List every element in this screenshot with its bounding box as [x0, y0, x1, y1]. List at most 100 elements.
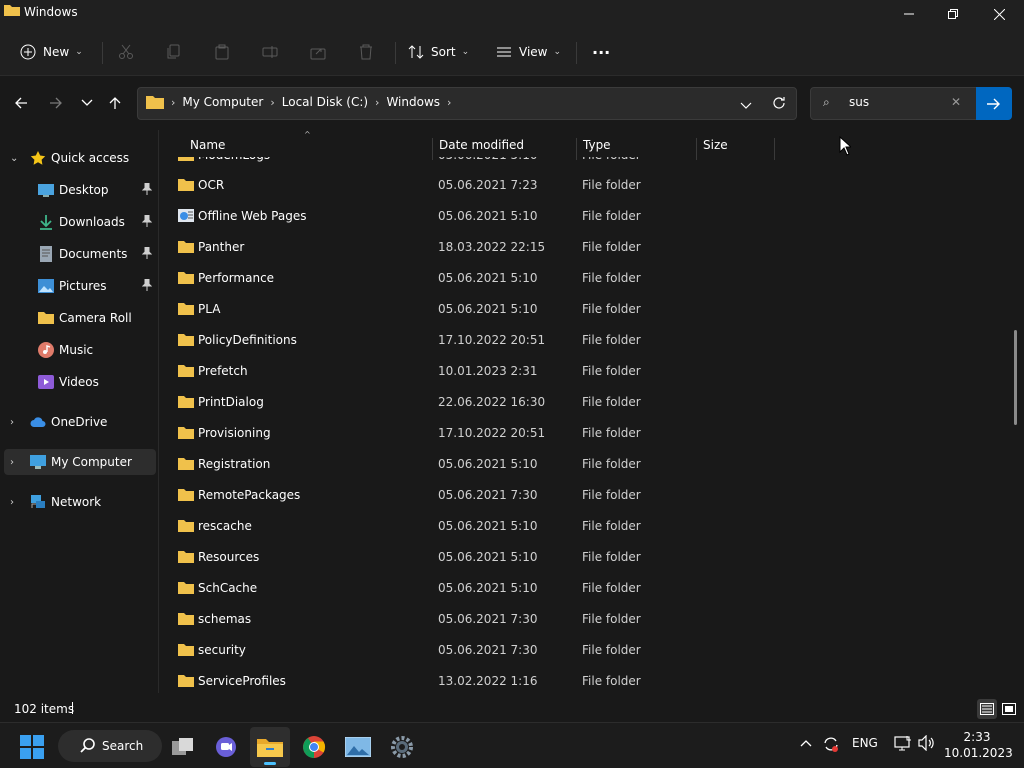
photos-button[interactable] [338, 727, 378, 767]
table-row[interactable]: Offline Web Pages 05.06.2021 5:10 File fol… [174, 201, 874, 232]
chevron-up-icon[interactable] [800, 736, 812, 750]
column-header-size[interactable]: Size [696, 138, 728, 160]
scrollbar-thumb[interactable] [1014, 330, 1017, 425]
language-indicator[interactable]: ENG [852, 736, 878, 750]
minimize-button[interactable] [886, 0, 932, 28]
sidebar-item-onedrive[interactable]: › OneDrive [4, 409, 156, 435]
more-icon: ··· [592, 42, 611, 62]
details-view-button[interactable] [977, 699, 997, 719]
search-box[interactable]: ⌕ ✕ [810, 87, 1012, 120]
breadcrumb-windows[interactable]: Windows [386, 95, 440, 109]
rename-button[interactable] [262, 38, 278, 66]
search-input[interactable] [849, 95, 949, 109]
tiles-view-button[interactable] [999, 699, 1019, 719]
sidebar-item-videos[interactable]: Videos [4, 369, 156, 395]
sidebar-item-documents[interactable]: Documents [4, 241, 156, 267]
teams-chat-button[interactable] [206, 727, 246, 767]
cut-button[interactable] [118, 38, 134, 66]
recent-locations-button[interactable] [76, 92, 98, 114]
table-row[interactable]: ServiceProfiles 13.02.2022 1:16 File folde… [174, 666, 874, 693]
close-button[interactable] [976, 0, 1022, 28]
sidebar-item-downloads[interactable]: Downloads [4, 209, 156, 235]
back-button[interactable] [10, 92, 32, 114]
folder-icon [4, 5, 20, 16]
table-row[interactable]: rescache 05.06.2021 5:10 File folder [174, 511, 874, 542]
clear-search-button[interactable]: ✕ [951, 95, 961, 109]
table-row[interactable]: Prefetch 10.01.2023 2:31 File folder [174, 356, 874, 387]
sidebar-item-music[interactable]: Music [4, 337, 156, 363]
table-row[interactable]: Registration 05.06.2021 5:10 File folder [174, 449, 874, 480]
column-divider[interactable] [774, 138, 775, 160]
breadcrumb-my-computer[interactable]: My Computer [182, 95, 263, 109]
pin-icon[interactable] [142, 215, 152, 227]
sidebar-item-desktop[interactable]: Desktop [4, 177, 156, 203]
sidebar-item-pictures[interactable]: Pictures [4, 273, 156, 299]
breadcrumb: › My Computer › Local Disk (C:) › Window… [146, 95, 458, 109]
pin-icon[interactable] [142, 183, 152, 195]
music-icon [38, 342, 54, 358]
column-header-date[interactable]: Date modified [432, 138, 524, 160]
table-row[interactable]: PrintDialog 22.06.2022 16:30 File folder [174, 387, 874, 418]
pin-icon[interactable] [142, 247, 152, 259]
table-row[interactable]: OCR 05.06.2021 7:23 File folder [174, 170, 874, 201]
table-row[interactable]: Provisioning 17.10.2022 20:51 File folder [174, 418, 874, 449]
volume-icon[interactable] [918, 734, 936, 754]
divider [395, 42, 396, 64]
chevron-right-icon[interactable]: › [447, 96, 451, 109]
file-date: 05.06.2021 7:30 [438, 488, 538, 502]
new-button[interactable]: New ⌄ [20, 38, 83, 66]
table-row[interactable]: security 05.06.2021 7:30 File folder [174, 635, 874, 666]
table-row[interactable]: Resources 05.06.2021 5:10 File folder [174, 542, 874, 573]
sync-icon[interactable] [822, 735, 840, 756]
column-header-name[interactable]: Name ^ [184, 130, 311, 160]
sidebar-item-my-computer[interactable]: › My Computer [4, 449, 156, 475]
forward-button[interactable] [45, 92, 67, 114]
chevron-right-icon: › [270, 95, 275, 109]
table-row[interactable]: PLA 05.06.2021 5:10 File folder [174, 294, 874, 325]
up-button[interactable] [104, 92, 126, 114]
view-button[interactable]: View ⌄ [496, 38, 561, 66]
chat-icon [216, 737, 236, 757]
file-date: 05.06.2021 7:30 [438, 643, 538, 657]
file-date: 18.03.2022 22:15 [438, 240, 546, 254]
more-options-button[interactable]: ··· [592, 38, 610, 66]
table-row[interactable]: Panther 18.03.2022 22:15 File folder [174, 232, 874, 263]
sort-button[interactable]: Sort ⌄ [408, 38, 469, 66]
refresh-button[interactable] [772, 96, 786, 113]
search-submit-button[interactable] [976, 87, 1012, 120]
settings-button[interactable] [382, 727, 422, 767]
taskbar-search[interactable]: Search [58, 730, 162, 762]
table-row[interactable]: SchCache 05.06.2021 5:10 File folder [174, 573, 874, 604]
file-explorer-taskbar-button[interactable] [250, 727, 290, 767]
file-name: Offline Web Pages [198, 209, 307, 223]
clock[interactable]: 2:33 10.01.2023 [944, 729, 1013, 761]
restore-button[interactable] [930, 0, 976, 28]
new-button-label: New [43, 45, 70, 59]
table-row[interactable]: schemas 05.06.2021 7:30 File folder [174, 604, 874, 635]
delete-button[interactable] [358, 38, 374, 66]
sidebar-item-network[interactable]: › Network [4, 489, 156, 515]
table-row[interactable]: Performance 05.06.2021 5:10 File folder [174, 263, 874, 294]
documents-icon [40, 246, 52, 262]
share-button[interactable] [310, 38, 326, 66]
task-view-button[interactable] [163, 727, 203, 767]
chrome-button[interactable] [294, 727, 334, 767]
pane-divider[interactable] [158, 130, 159, 693]
active-indicator [264, 762, 276, 765]
copy-button[interactable] [166, 38, 182, 66]
breadcrumb-local-disk[interactable]: Local Disk (C:) [282, 95, 368, 109]
column-header-type[interactable]: Type [576, 138, 611, 160]
paste-button[interactable] [214, 38, 230, 66]
pin-icon[interactable] [142, 279, 152, 291]
address-history-button[interactable] [740, 99, 752, 113]
downloads-icon [40, 215, 52, 230]
start-button[interactable] [12, 727, 52, 767]
sidebar-item-camera-roll[interactable]: Camera Roll [4, 305, 156, 331]
address-bar[interactable]: › My Computer › Local Disk (C:) › Window… [137, 87, 797, 120]
sidebar-item-quick-access[interactable]: ⌄ Quick access [4, 145, 156, 171]
network-status-icon[interactable] [894, 735, 912, 754]
table-row[interactable]: RemotePackages 05.06.2021 7:30 File folder [174, 480, 874, 511]
sidebar-item-label: Downloads [59, 215, 125, 229]
file-type: File folder [582, 364, 641, 378]
table-row[interactable]: PolicyDefinitions 17.10.2022 20:51 File fo… [174, 325, 874, 356]
